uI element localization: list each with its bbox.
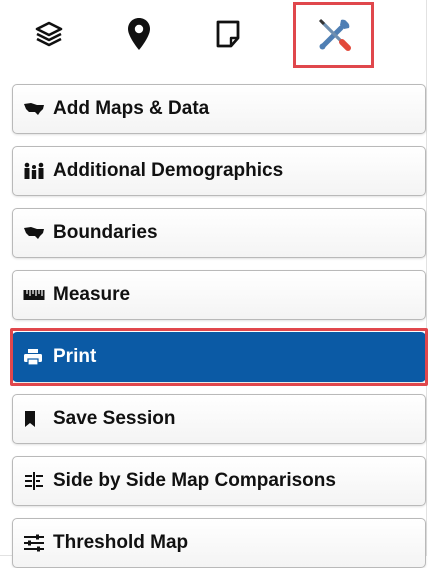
menu-item-measure[interactable]: Measure <box>12 270 426 320</box>
us-map-icon <box>23 222 49 244</box>
people-icon <box>23 160 49 182</box>
menu-item-label: Boundaries <box>53 222 158 243</box>
menu-item-label: Additional Demographics <box>53 160 284 181</box>
menu-item-save-session[interactable]: Save Session <box>12 394 426 444</box>
tab-notes[interactable] <box>197 4 259 64</box>
print-icon <box>23 346 49 368</box>
menu-item-label: Side by Side Map Comparisons <box>53 470 336 491</box>
menu-item-label: Add Maps & Data <box>53 98 210 119</box>
menu-item-side-by-side[interactable]: Side by Side Map Comparisons <box>12 456 426 506</box>
tab-tools[interactable] <box>293 2 374 68</box>
menu-item-label: Print <box>53 346 97 367</box>
menu-item-add-maps-data[interactable]: Add Maps & Data <box>12 84 426 134</box>
bookmark-icon <box>23 408 49 430</box>
tools-icon <box>318 18 351 51</box>
tab-layers[interactable] <box>18 4 80 64</box>
menu-item-label: Threshold Map <box>53 532 189 553</box>
menu-item-label: Save Session <box>53 408 176 429</box>
menu-item-boundaries[interactable]: Boundaries <box>12 208 426 258</box>
ruler-icon <box>23 284 49 306</box>
side-by-side-icon <box>23 470 49 492</box>
tab-markers[interactable] <box>108 4 170 64</box>
sliders-icon <box>23 532 49 554</box>
menu-item-threshold-map[interactable]: Threshold Map <box>12 518 426 568</box>
menu-item-print[interactable]: Print <box>12 332 426 382</box>
map-marker-icon <box>128 18 150 50</box>
us-map-icon <box>23 98 49 120</box>
tool-tabbar <box>0 0 430 72</box>
menu-item-additional-demographics[interactable]: Additional Demographics <box>12 146 426 196</box>
note-icon <box>216 20 240 48</box>
layers-icon <box>35 21 63 47</box>
menu-item-label: Measure <box>53 284 131 305</box>
